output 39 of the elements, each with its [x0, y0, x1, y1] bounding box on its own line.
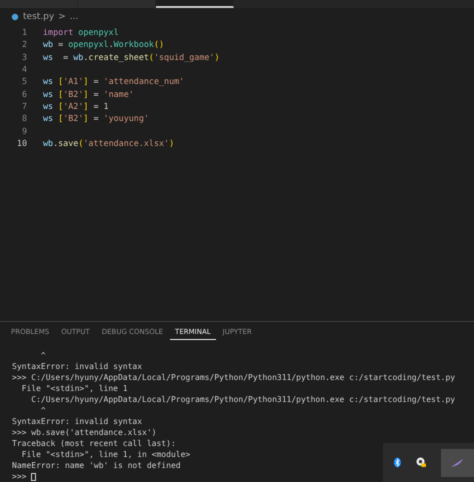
terminal-line: File "<stdin>", line 1, in <module> [20, 449, 190, 460]
code-line: ws ['B2'] = 'name' [43, 88, 134, 99]
code-line: wb = openpyxl.Workbook() [43, 39, 164, 50]
terminal-cursor [31, 472, 36, 480]
terminal-prompt: >>> [12, 471, 28, 482]
line-number: 5 [20, 76, 27, 86]
code-line: import openpyxl [43, 27, 119, 38]
terminal-line: SyntaxError: invalid syntax [12, 416, 142, 427]
code-line: ws ['B2'] = 'youyung' [43, 113, 149, 124]
terminal-line: ^ [40, 350, 46, 361]
line-number: 8 [20, 113, 27, 124]
line-number: 9 [20, 126, 27, 136]
terminal-line: C:/Users/hyuny/AppData/Local/Programs/Python/Python311/python.exe c:/startcoding/test.py [30, 394, 456, 405]
bluetooth-icon[interactable] [393, 457, 402, 468]
line-number: 10 [16, 138, 27, 148]
line-number: 1 [20, 27, 27, 38]
app-icon[interactable] [416, 457, 427, 468]
terminal-line: Traceback (most recent call last): [12, 438, 176, 449]
code-line: wb.save('attendance.xlsx') [43, 138, 174, 148]
line-number: 4 [20, 64, 27, 74]
breadcrumb-file[interactable]: test.py [23, 12, 54, 22]
feather-icon[interactable] [450, 458, 464, 468]
code-line: ws = wb.create_sheet('squid_game') [43, 52, 220, 62]
code-line: ws ['A2'] = 1 [43, 100, 109, 111]
terminal-line: >>> C:/Users/hyuny/AppData/Local/Programs/Python/Python311/python.exe c:/startcoding/test.py [12, 372, 456, 383]
line-number: 7 [20, 100, 27, 111]
terminal-line: ^ [40, 405, 46, 416]
breadcrumb-more[interactable]: ... [70, 12, 78, 22]
line-number: 6 [20, 88, 27, 99]
breadcrumb-separator: > [58, 12, 66, 22]
terminal-line: SyntaxError: invalid syntax [12, 361, 142, 372]
line-number: 2 [20, 39, 27, 50]
file-icon [11, 13, 19, 21]
terminal-line: >>> wb.save('attendance.xlsx') [12, 427, 156, 438]
terminal-line: File "<stdin>", line 1 [20, 383, 128, 394]
terminal-line: NameError: name 'wb' is not defined [12, 460, 181, 471]
editor-tab[interactable] [156, 0, 234, 8]
code-line: ws ['A1'] = 'attendance_num' [43, 76, 184, 86]
line-number: 3 [20, 52, 27, 62]
